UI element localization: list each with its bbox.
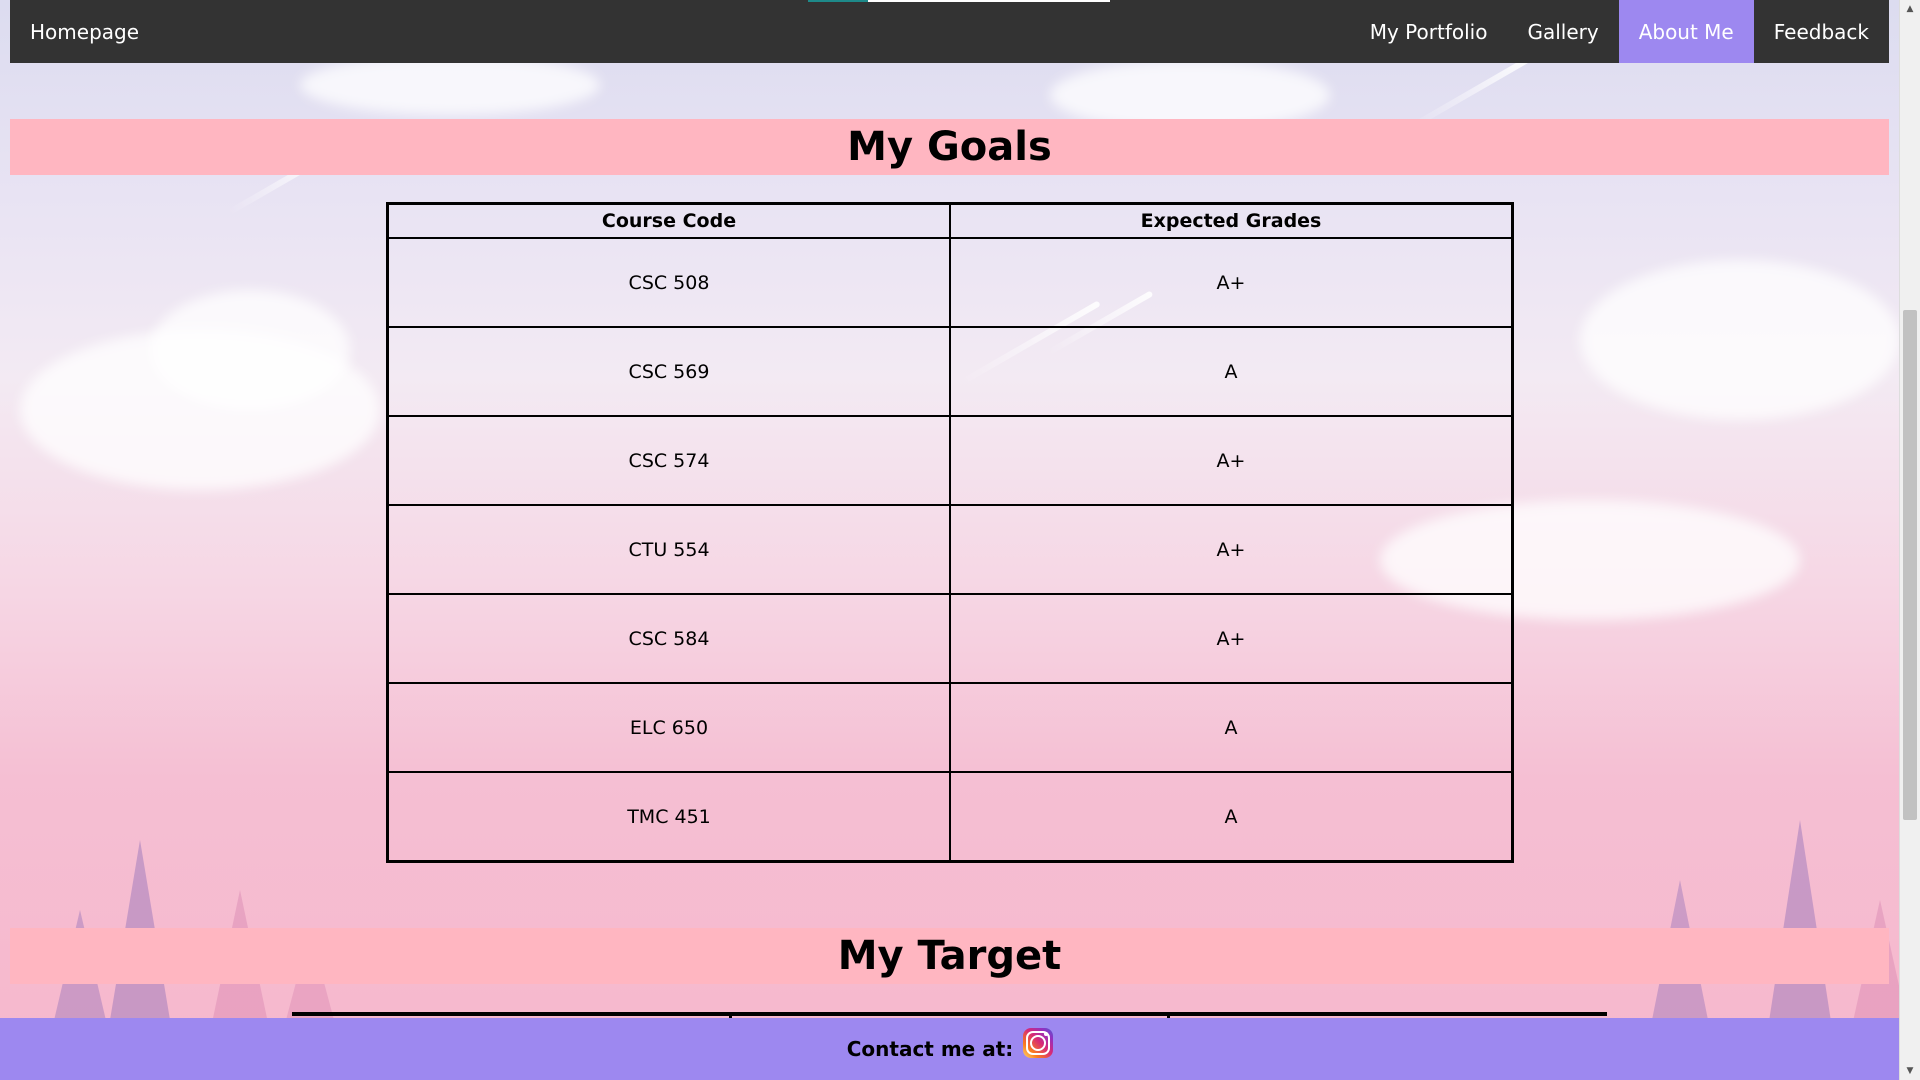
- table-row: TMC 451 A: [386, 771, 1514, 863]
- scroll-down-arrow-icon[interactable]: ▼: [1900, 1062, 1920, 1080]
- table-row: ELC 650 A: [386, 682, 1514, 773]
- expected-grade-cell: A: [949, 771, 1514, 863]
- course-code-cell: CSC 574: [386, 415, 951, 506]
- expected-grade-cell: A: [949, 326, 1514, 417]
- expected-grade-cell: A+: [949, 593, 1514, 684]
- expected-grade-cell: A+: [949, 237, 1514, 328]
- course-code-cell: CSC 569: [386, 326, 951, 417]
- table-row: CSC 569 A: [386, 326, 1514, 417]
- nav-item-gallery[interactable]: Gallery: [1507, 0, 1618, 63]
- nav-homepage-link[interactable]: Homepage: [10, 0, 159, 63]
- course-code-cell: CTU 554: [386, 504, 951, 595]
- table-row: CSC 574 A+: [386, 415, 1514, 506]
- table-header-row: Course Code Expected Grades: [386, 202, 1514, 239]
- table-row: CSC 584 A+: [386, 593, 1514, 684]
- top-navbar: Homepage My Portfolio Gallery About Me F…: [10, 0, 1889, 63]
- scrollbar-thumb[interactable]: [1903, 310, 1917, 820]
- column-header-course-code: Course Code: [386, 202, 951, 239]
- vertical-scrollbar[interactable]: ▲ ▼: [1899, 0, 1920, 1080]
- nav-item-feedback[interactable]: Feedback: [1754, 0, 1889, 63]
- nav-item-my-portfolio[interactable]: My Portfolio: [1350, 0, 1508, 63]
- table-row: CSC 508 A+: [386, 237, 1514, 328]
- footer: Contact me at:: [0, 1018, 1900, 1080]
- nav-item-about-me[interactable]: About Me: [1618, 0, 1754, 63]
- scroll-up-arrow-icon[interactable]: ▲: [1900, 0, 1920, 18]
- course-code-cell: CSC 508: [386, 237, 951, 328]
- expected-grade-cell: A+: [949, 504, 1514, 595]
- course-code-cell: ELC 650: [386, 682, 951, 773]
- contact-label: Contact me at:: [846, 1037, 1014, 1061]
- instagram-icon[interactable]: [1023, 1028, 1054, 1058]
- goals-heading: My Goals: [10, 119, 1889, 175]
- column-header-expected-grades: Expected Grades: [949, 202, 1514, 239]
- course-code-cell: CSC 584: [386, 593, 951, 684]
- table-row: CTU 554 A+: [386, 504, 1514, 595]
- top-loading-indicator-accent: [808, 0, 868, 2]
- expected-grade-cell: A: [949, 682, 1514, 773]
- goals-table: Course Code Expected Grades CSC 508 A+ C…: [386, 202, 1514, 863]
- target-heading: My Target: [10, 928, 1889, 984]
- target-table-top-border: [292, 1012, 1607, 1016]
- expected-grade-cell: A+: [949, 415, 1514, 506]
- course-code-cell: TMC 451: [386, 771, 951, 863]
